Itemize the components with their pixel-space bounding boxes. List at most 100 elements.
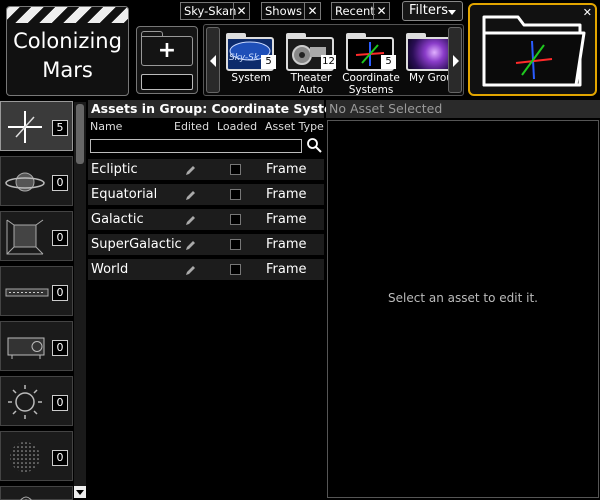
asset-row-ecliptic[interactable]: Ecliptic Frame: [88, 159, 324, 180]
asset-row-equatorial[interactable]: Equatorial Frame: [88, 184, 324, 205]
group-label: System: [231, 72, 271, 84]
category-audio[interactable]: [0, 486, 73, 500]
chevron-left-icon: [210, 55, 216, 67]
group-system[interactable]: Sky-Sk 5 System: [224, 28, 280, 94]
category-count-badge: 0: [52, 340, 68, 356]
filter-chip-label: Shows: [265, 4, 303, 18]
asset-name: World: [91, 262, 129, 277]
asset-row-world[interactable]: World Frame: [88, 259, 324, 280]
loaded-checkbox[interactable]: [230, 164, 241, 175]
pencil-edit-icon[interactable]: [185, 264, 197, 276]
project-title-card[interactable]: Colonizing Mars: [6, 6, 129, 96]
asset-search-input[interactable]: [90, 139, 302, 153]
group-label-line1: Coordinate: [342, 72, 400, 84]
group-count-badge: 5: [381, 55, 396, 69]
crosshair-icon: [8, 111, 42, 143]
asset-name: Ecliptic: [91, 162, 138, 177]
asset-type: Frame: [266, 212, 307, 227]
filter-chip-label: Recent: [335, 4, 375, 18]
pencil-edit-icon[interactable]: [185, 214, 197, 226]
pencil-edit-icon[interactable]: [185, 164, 197, 176]
asset-type: Frame: [266, 237, 307, 252]
loaded-checkbox[interactable]: [230, 214, 241, 225]
asset-name: SuperGalactic: [91, 237, 182, 252]
plus-icon: +: [157, 38, 177, 63]
particles-icon: [10, 442, 40, 472]
category-scrollbar[interactable]: [74, 102, 86, 498]
project-title-line1: Colonizing: [13, 29, 122, 53]
filter-chip-shows[interactable]: Shows ✕: [261, 2, 321, 20]
pencil-edit-icon[interactable]: [185, 189, 197, 201]
column-header-edited[interactable]: Edited: [174, 120, 209, 133]
asset-type: Frame: [266, 187, 307, 202]
carousel-next-button[interactable]: [448, 27, 462, 93]
category-planets[interactable]: 0: [0, 156, 73, 206]
assets-panel-title: Assets in Group: Coordinate Systems: [88, 100, 353, 118]
loaded-checkbox[interactable]: [230, 189, 241, 200]
group-label-line2: Systems: [348, 84, 394, 96]
group-count-badge: 12: [321, 55, 336, 69]
asset-type: Frame: [266, 262, 307, 277]
category-displays[interactable]: 0: [0, 266, 73, 316]
new-group-name-field[interactable]: [141, 74, 193, 90]
planet-icon: [5, 172, 45, 192]
category-count-badge: 0: [52, 175, 68, 191]
asset-row-galactic[interactable]: Galactic Frame: [88, 209, 324, 230]
cube-model-icon: [6, 219, 44, 255]
filters-dropdown-button[interactable]: Filters: [402, 1, 463, 21]
editor-panel-title: No Asset Selected: [326, 100, 600, 118]
folder-icon: +: [141, 36, 193, 66]
pencil-edit-icon[interactable]: [185, 239, 197, 251]
loaded-checkbox[interactable]: [230, 264, 241, 275]
filter-chip-recent[interactable]: Recent ✕: [331, 2, 390, 20]
column-header-loaded[interactable]: Loaded: [217, 120, 257, 133]
projector-icon: [7, 337, 45, 359]
group-coordinate-systems[interactable]: 5 Coordinate Systems: [342, 28, 400, 95]
loaded-checkbox[interactable]: [230, 239, 241, 250]
group-label: Coordinate Systems: [340, 72, 402, 96]
group-label-line1: Theater: [290, 72, 332, 84]
new-group-button[interactable]: +: [136, 26, 198, 94]
category-count-badge: 0: [52, 450, 68, 466]
asset-editor-panel: Select an asset to edit it.: [327, 120, 599, 498]
category-lights[interactable]: 0: [0, 376, 73, 426]
category-projectors[interactable]: 0: [0, 321, 73, 371]
project-title-line2: Mars: [42, 58, 93, 82]
filter-chip-sky-skan[interactable]: Sky-Skan ✕: [180, 2, 250, 20]
category-count-badge: 0: [52, 285, 68, 301]
group-count-badge: 5: [261, 55, 276, 69]
group-carousel: Sky-Sk 5 System 12 Theater Auto 5 Coordi…: [203, 24, 464, 96]
sun-light-icon: [8, 385, 42, 419]
filter-chip-label: Sky-Skan: [184, 4, 237, 18]
scrollbar-thumb[interactable]: [76, 104, 84, 164]
selected-group-preview[interactable]: ✕: [468, 3, 597, 96]
category-models[interactable]: 0: [0, 211, 73, 261]
asset-type: Frame: [266, 162, 307, 177]
close-icon[interactable]: ✕: [233, 3, 249, 19]
led-strip-icon: [5, 288, 49, 297]
clapperboard-icon: [7, 7, 128, 23]
sky-skan-logo-text: Sky-Sk: [229, 53, 260, 63]
scroll-down-button[interactable]: [74, 486, 86, 498]
asset-row-supergalactic[interactable]: SuperGalactic Frame: [88, 234, 324, 255]
column-header-asset-type[interactable]: Asset Type: [265, 120, 324, 133]
category-particles[interactable]: 0: [0, 431, 73, 481]
category-coordinate-systems[interactable]: 5: [0, 101, 73, 151]
search-icon[interactable]: [306, 137, 322, 153]
project-title: Colonizing Mars: [7, 27, 128, 85]
category-count-badge: 0: [52, 395, 68, 411]
audio-icon: [20, 496, 32, 500]
group-theater-auto[interactable]: 12 Theater Auto: [284, 28, 340, 95]
asset-name: Galactic: [91, 212, 144, 227]
group-label: Theater Auto: [280, 72, 342, 95]
chevron-right-icon: [453, 55, 459, 67]
close-icon[interactable]: ✕: [304, 3, 320, 19]
column-header-name[interactable]: Name: [90, 120, 122, 133]
carousel-prev-button[interactable]: [206, 27, 220, 93]
empty-editor-message: Select an asset to edit it.: [388, 291, 538, 305]
chevron-down-icon: [448, 10, 456, 15]
asset-name: Equatorial: [91, 187, 158, 202]
close-icon[interactable]: ✕: [373, 3, 389, 19]
filters-label: Filters: [409, 3, 448, 18]
folder-icon: [482, 15, 586, 87]
